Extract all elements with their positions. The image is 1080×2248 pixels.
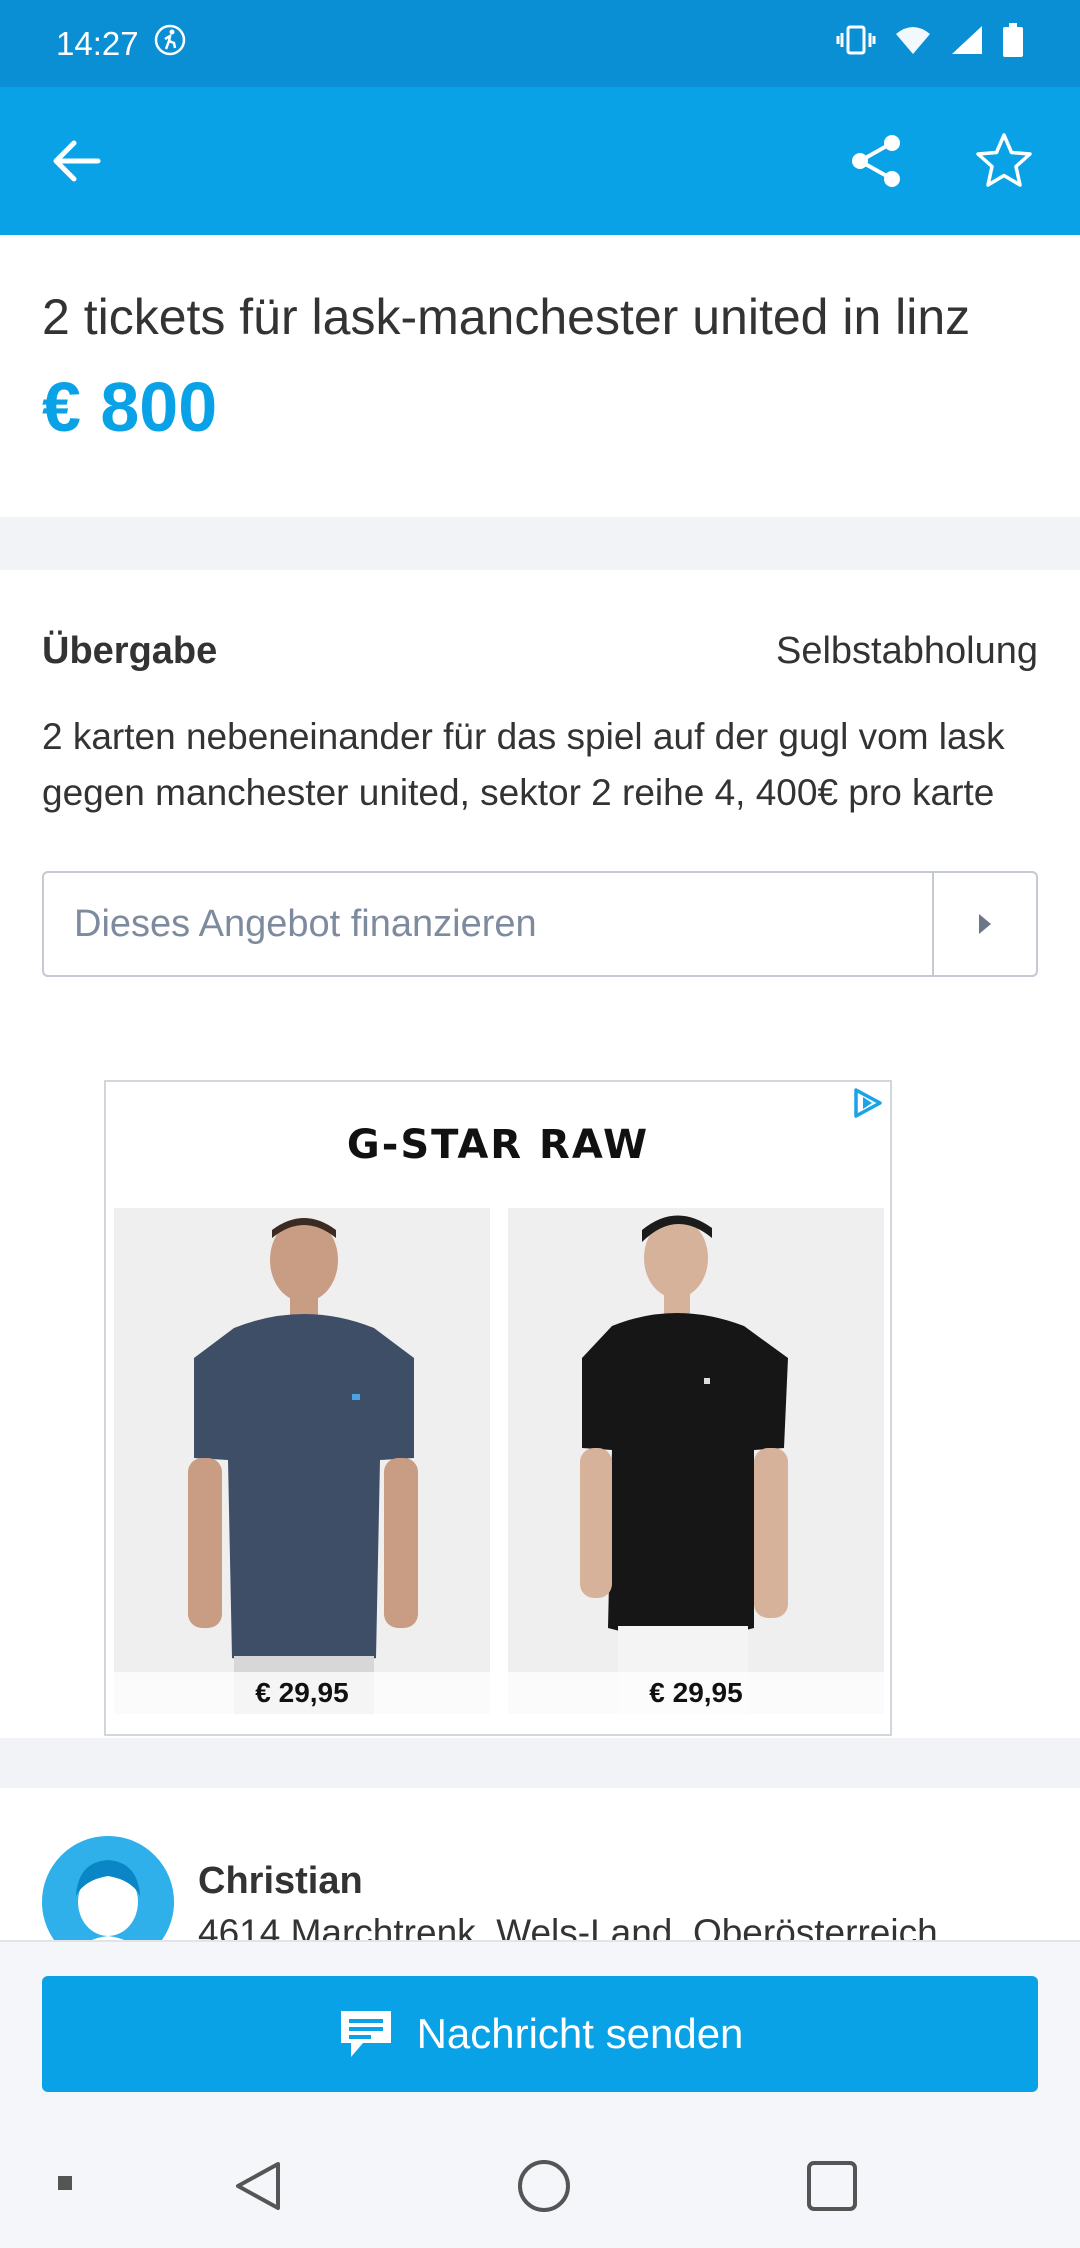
star-icon (976, 133, 1032, 187)
listing-header: 2 tickets für lask-manchester united in … (0, 235, 1080, 517)
back-button[interactable] (40, 125, 112, 197)
square-recents-icon (807, 2161, 857, 2211)
triangle-back-icon (236, 2162, 280, 2210)
adchoices-icon[interactable] (850, 1086, 884, 1125)
ad-product-2-price: € 29,95 (508, 1672, 884, 1714)
nav-dot (56, 2174, 74, 2197)
handover-label: Übergabe (42, 630, 218, 672)
wifi-icon (894, 24, 932, 64)
seller-name: Christian (198, 1860, 363, 1902)
finance-offer-button[interactable]: Dieses Angebot finanzieren (42, 871, 1038, 977)
status-time: 14:27 (56, 24, 139, 62)
listing-description: 2 karten nebeneinander für das spiel auf… (42, 716, 1005, 813)
nav-home-button[interactable] (516, 2158, 572, 2219)
activity-icon (153, 23, 187, 65)
share-icon (852, 135, 900, 187)
app-bar (0, 87, 1080, 235)
nav-recents-button[interactable] (804, 2158, 860, 2219)
send-message-label: Nachricht senden (416, 2010, 744, 2057)
status-bar: 14:27 (0, 0, 1080, 87)
handover-row: Übergabe Selbstabholung (42, 630, 1038, 673)
nav-back-button[interactable] (230, 2158, 286, 2219)
ad-product-1[interactable]: € 29,95 (114, 1208, 490, 1714)
battery-icon (1002, 22, 1024, 65)
navigation-bar (0, 2122, 1080, 2248)
caret-right-icon (979, 914, 991, 934)
model-tshirt-navy-image (114, 1208, 490, 1714)
ad-product-1-price: € 29,95 (114, 1672, 490, 1714)
listing-price: € 800 (42, 368, 218, 446)
favorite-button[interactable] (968, 125, 1040, 197)
handover-value: Selbstabholung (776, 630, 1038, 672)
ad-product-2[interactable]: € 29,95 (508, 1208, 884, 1714)
finance-offer-label: Dieses Angebot finanzieren (74, 902, 537, 945)
send-message-button[interactable]: Nachricht senden (42, 1976, 1038, 2092)
model-tshirt-black-image (508, 1208, 884, 1714)
advertisement[interactable]: G-STAR RAW € 29,95 € 29,95 (104, 1080, 892, 1736)
listing-title: 2 tickets für lask-manchester united in … (42, 289, 971, 345)
circle-home-icon (518, 2160, 570, 2212)
bottom-action-bar: Nachricht senden (0, 1940, 1080, 2122)
finance-arrow[interactable] (932, 873, 1036, 975)
signal-icon (950, 24, 984, 64)
vibrate-icon (836, 23, 876, 65)
listing-details: Übergabe Selbstabholung 2 karten nebenei… (0, 570, 1080, 1738)
chat-icon (340, 2011, 391, 2057)
share-button[interactable] (840, 125, 912, 197)
arrow-left-icon (53, 140, 101, 182)
ad-brand-logo: G-STAR RAW (346, 1122, 650, 1168)
